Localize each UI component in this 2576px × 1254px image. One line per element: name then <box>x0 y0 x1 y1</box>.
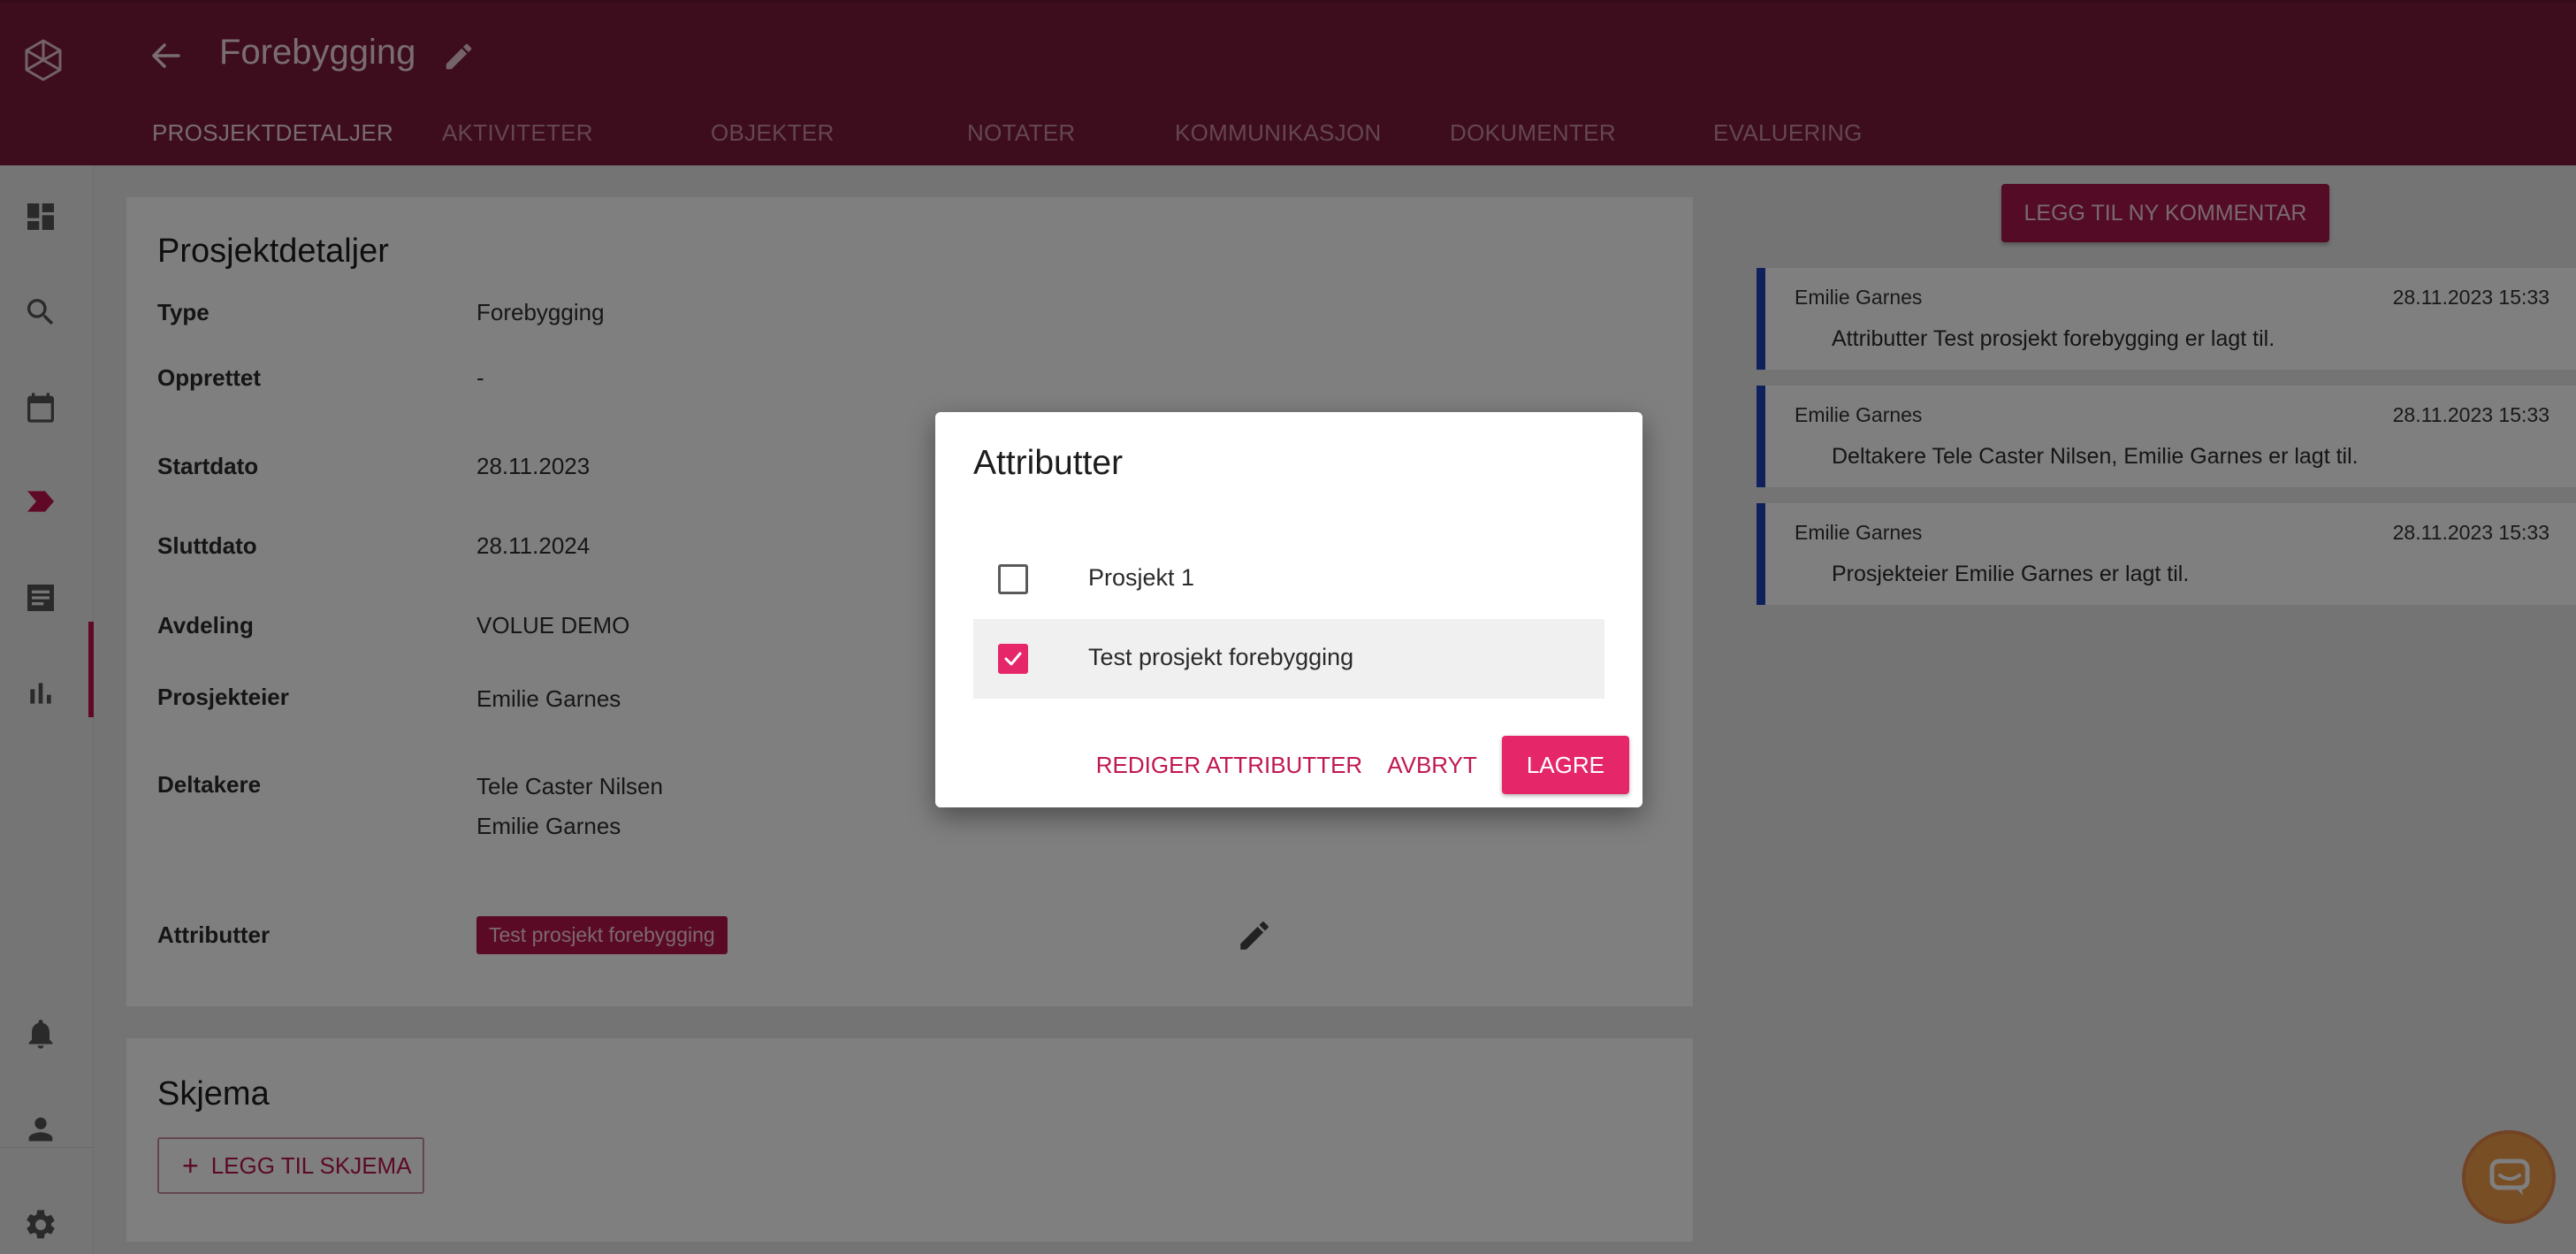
cancel-button[interactable]: AVBRYT <box>1387 752 1477 779</box>
checkmark-icon <box>1004 652 1022 666</box>
dialog-title: Attributter <box>973 444 1124 482</box>
attribute-option-label: Test prosjekt forebygging <box>1088 644 1354 670</box>
checkbox-checked[interactable] <box>998 644 1028 674</box>
attribute-option-label: Prosjekt 1 <box>1088 564 1195 591</box>
attribute-option[interactable]: Test prosjekt forebygging <box>973 619 1604 699</box>
attribute-option[interactable]: Prosjekt 1 <box>973 539 1604 619</box>
attributes-dialog: Attributter Prosjekt 1 Test prosjekt for… <box>935 412 1642 807</box>
dialog-actions: REDIGER ATTRIBUTTER AVBRYT LAGRE <box>1096 736 1629 794</box>
checkbox[interactable] <box>998 564 1028 594</box>
save-button[interactable]: LAGRE <box>1501 736 1629 794</box>
edit-attributes-button[interactable]: REDIGER ATTRIBUTTER <box>1096 752 1362 779</box>
